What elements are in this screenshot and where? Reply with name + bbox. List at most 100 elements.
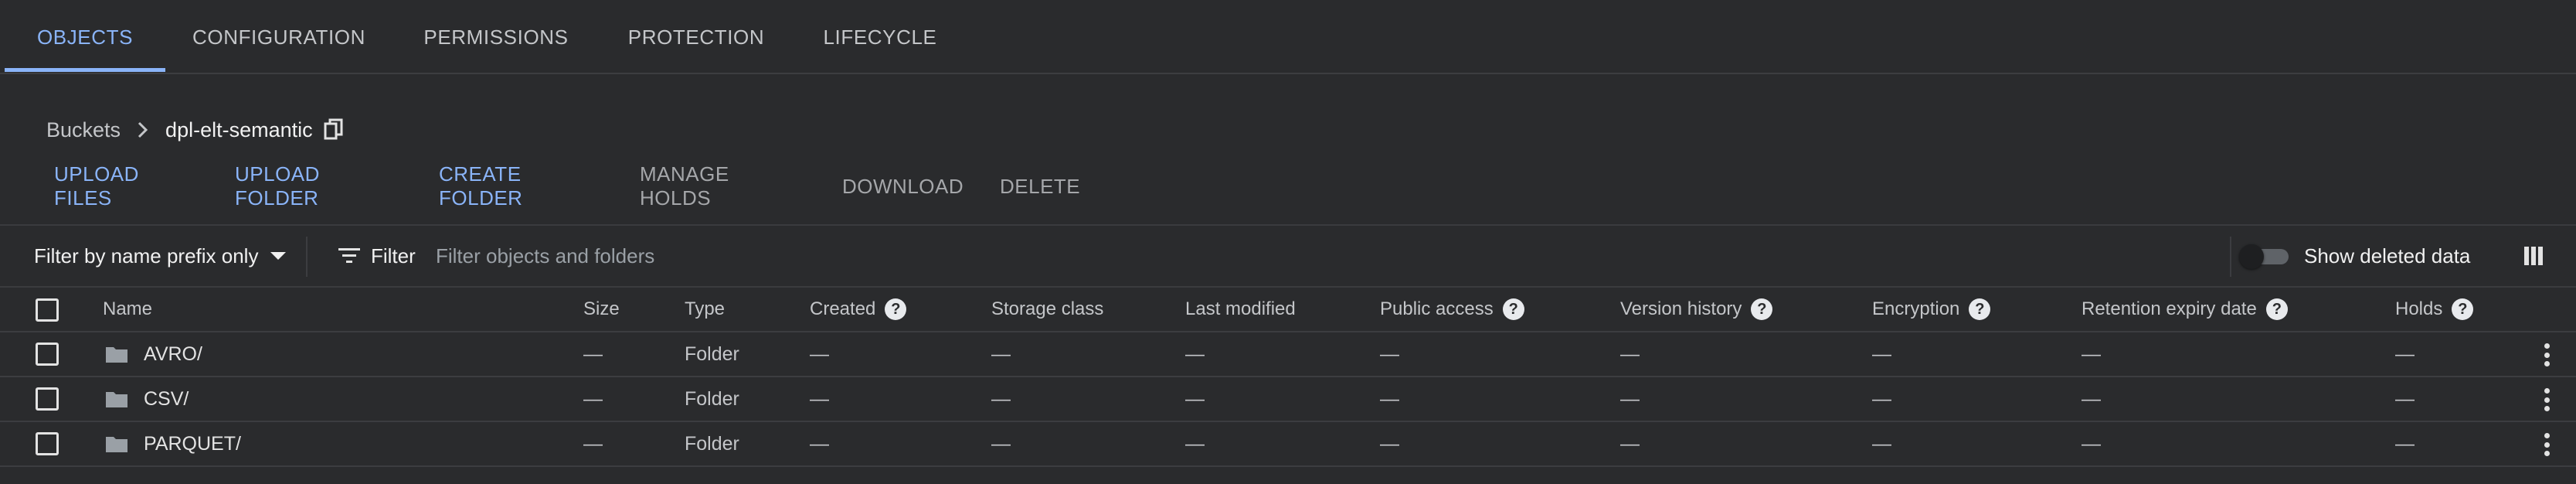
version-history-cell: — <box>1620 432 1640 455</box>
create-folder-button[interactable]: CREATE FOLDER <box>439 162 522 210</box>
column-header-holds-label: Holds <box>2395 298 2443 319</box>
tab-lifecycle[interactable]: LIFECYCLE <box>819 0 941 74</box>
size-cell: — <box>583 387 603 410</box>
column-header-retention-expiry-label: Retention expiry date <box>2082 298 2257 319</box>
upload-folder-button[interactable]: UPLOAD FOLDER <box>235 162 320 210</box>
breadcrumb-current-bucket: dpl-elt-semantic <box>165 118 313 141</box>
tab-objects[interactable]: OBJECTS <box>5 0 165 74</box>
breadcrumb: Buckets dpl-elt-semantic <box>46 114 347 145</box>
object-name-link[interactable]: CSV/ <box>144 388 189 411</box>
object-name-cell[interactable]: AVRO/ <box>105 332 202 376</box>
column-header-public-access-label: Public access <box>1380 298 1494 319</box>
created-cell: — <box>810 387 829 410</box>
version-history-cell: — <box>1620 387 1640 410</box>
last-modified-cell: — <box>1185 387 1205 410</box>
folder-icon <box>105 434 128 454</box>
version-history-cell: — <box>1620 343 1640 365</box>
select-all-checkbox[interactable] <box>36 298 59 322</box>
show-deleted-label: Show deleted data <box>2304 244 2471 268</box>
column-header-version-history[interactable]: Version history ? <box>1620 288 1773 331</box>
column-header-encryption-label: Encryption <box>1872 298 1960 319</box>
manage-holds-button[interactable]: MANAGE HOLDS <box>640 162 729 210</box>
type-cell: Folder <box>685 387 739 410</box>
retention-expiry-cell: — <box>2082 432 2101 455</box>
filter-mode-label: Filter by name prefix only <box>34 244 259 268</box>
tab-protection[interactable]: PROTECTION <box>624 0 768 74</box>
created-cell: — <box>810 432 829 455</box>
last-modified-cell: — <box>1185 343 1205 365</box>
holds-cell: — <box>2395 432 2415 455</box>
column-header-created[interactable]: Created ? <box>810 288 907 331</box>
tab-bar: OBJECTS CONFIGURATION PERMISSIONS PROTEC… <box>0 0 2576 74</box>
row-checkbox[interactable] <box>36 432 59 455</box>
filter-mode-dropdown[interactable]: Filter by name prefix only <box>34 226 287 286</box>
object-name-link[interactable]: AVRO/ <box>144 343 202 366</box>
toggle-knob <box>2239 244 2264 269</box>
column-display-icon[interactable] <box>2522 243 2545 269</box>
more-vert-icon[interactable] <box>2539 431 2554 458</box>
row-checkbox[interactable] <box>36 387 59 411</box>
help-icon[interactable]: ? <box>1969 298 1991 320</box>
divider <box>2230 237 2231 277</box>
table-header: Name Size Type Created ? Storage class L… <box>0 288 2576 331</box>
retention-expiry-cell: — <box>2082 387 2101 410</box>
filter-label: Filter <box>371 244 416 268</box>
holds-cell: — <box>2395 343 2415 365</box>
delete-button[interactable]: DELETE <box>1000 167 1080 206</box>
object-name-cell[interactable]: CSV/ <box>105 377 189 421</box>
public-access-cell: — <box>1380 387 1399 410</box>
divider <box>0 465 2576 467</box>
filter-bar: Filter by name prefix only Filter Show d… <box>0 226 2576 286</box>
more-vert-icon[interactable] <box>2539 387 2554 413</box>
help-icon[interactable]: ? <box>885 298 907 320</box>
column-header-holds[interactable]: Holds ? <box>2395 288 2474 331</box>
download-button[interactable]: DOWNLOAD <box>842 167 963 206</box>
type-cell: Folder <box>685 343 739 365</box>
show-deleted-toggle[interactable] <box>2239 244 2292 269</box>
table-row[interactable]: AVRO/ — Folder — — — — — — — — <box>0 331 2576 376</box>
object-name-cell[interactable]: PARQUET/ <box>105 422 241 465</box>
size-cell: — <box>583 432 603 455</box>
column-header-last-modified[interactable]: Last modified <box>1185 288 1296 331</box>
retention-expiry-cell: — <box>2082 343 2101 365</box>
encryption-cell: — <box>1872 387 1891 410</box>
column-header-type[interactable]: Type <box>685 288 725 331</box>
help-icon[interactable]: ? <box>2452 298 2474 320</box>
help-icon[interactable]: ? <box>1502 298 1524 320</box>
help-icon[interactable]: ? <box>1751 298 1773 320</box>
public-access-cell: — <box>1380 343 1399 365</box>
column-header-name[interactable]: Name <box>103 288 152 331</box>
storage-class-cell: — <box>991 432 1011 455</box>
breadcrumb-buckets-link[interactable]: Buckets <box>46 118 121 142</box>
table-row[interactable]: PARQUET/ — Folder — — — — — — — — <box>0 421 2576 465</box>
object-name-link[interactable]: PARQUET/ <box>144 433 241 455</box>
column-header-created-label: Created <box>810 298 876 319</box>
filter-button[interactable]: Filter <box>338 226 416 286</box>
column-header-retention-expiry[interactable]: Retention expiry date ? <box>2082 288 2288 331</box>
copy-icon[interactable] <box>324 117 347 143</box>
help-icon[interactable]: ? <box>2265 298 2288 320</box>
public-access-cell: — <box>1380 432 1399 455</box>
filter-objects-input[interactable] <box>436 240 1595 272</box>
column-header-storage-class[interactable]: Storage class <box>991 288 1103 331</box>
encryption-cell: — <box>1872 343 1891 365</box>
column-header-encryption[interactable]: Encryption ? <box>1872 288 1991 331</box>
upload-files-button[interactable]: UPLOAD FILES <box>54 162 139 210</box>
table-row[interactable]: CSV/ — Folder — — — — — — — — <box>0 376 2576 421</box>
tab-permissions[interactable]: PERMISSIONS <box>417 0 575 74</box>
chevron-right-icon <box>131 114 155 145</box>
column-header-public-access[interactable]: Public access ? <box>1380 288 1524 331</box>
size-cell: — <box>583 343 603 365</box>
last-modified-cell: — <box>1185 432 1205 455</box>
tab-configuration[interactable]: CONFIGURATION <box>184 0 374 74</box>
type-cell: Folder <box>685 432 739 455</box>
column-header-size[interactable]: Size <box>583 288 620 331</box>
row-checkbox[interactable] <box>36 343 59 366</box>
folder-icon <box>105 389 128 409</box>
created-cell: — <box>810 343 829 365</box>
holds-cell: — <box>2395 387 2415 410</box>
divider <box>306 237 308 277</box>
filter-icon <box>338 248 360 263</box>
active-tab-indicator <box>5 68 165 72</box>
more-vert-icon[interactable] <box>2539 342 2554 368</box>
